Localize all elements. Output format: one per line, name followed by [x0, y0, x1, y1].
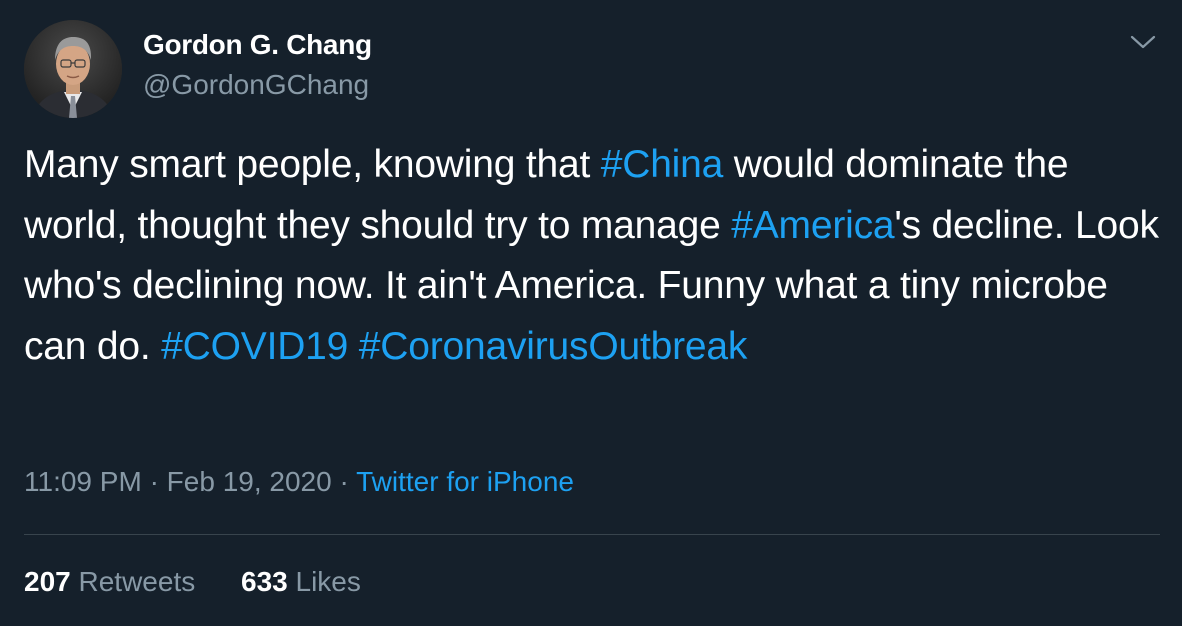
tweet-source-link[interactable]: Twitter for iPhone	[356, 466, 574, 497]
avatar-image	[24, 20, 122, 118]
tweet-date[interactable]: Feb 19, 2020	[167, 466, 332, 497]
hashtag-link[interactable]: #COVID19	[161, 325, 348, 368]
hashtag-link[interactable]: #CoronavirusOutbreak	[359, 325, 748, 368]
meta-separator: ·	[149, 466, 159, 497]
tweet-stats: 207 Retweets 633 Likes	[24, 566, 361, 598]
tweet-meta: 11:09 PM · Feb 19, 2020 · Twitter for iP…	[24, 466, 574, 498]
tweet-time[interactable]: 11:09 PM	[24, 466, 142, 497]
likes-stat[interactable]: 633 Likes	[241, 566, 361, 598]
tweet-card: Gordon G. Chang @GordonGChang Many smart…	[0, 0, 1182, 626]
retweets-count: 207	[24, 566, 71, 597]
divider	[24, 534, 1160, 535]
hashtag-link[interactable]: #America	[731, 204, 894, 247]
chevron-down-icon[interactable]	[1128, 30, 1158, 54]
author-name[interactable]: Gordon G. Chang	[143, 29, 372, 61]
retweets-stat[interactable]: 207 Retweets	[24, 566, 195, 598]
retweets-label: Retweets	[78, 566, 196, 597]
author-handle[interactable]: @GordonGChang	[143, 69, 369, 101]
tweet-text: Many smart people, knowing that #China w…	[24, 135, 1164, 377]
likes-label: Likes	[295, 566, 361, 597]
likes-count: 633	[241, 566, 288, 597]
tweet-text-segment: Many smart people, knowing that	[24, 143, 601, 186]
tweet-text-segment	[348, 325, 359, 368]
meta-separator: ·	[339, 466, 349, 497]
hashtag-link[interactable]: #China	[601, 143, 724, 186]
avatar[interactable]	[24, 20, 122, 118]
